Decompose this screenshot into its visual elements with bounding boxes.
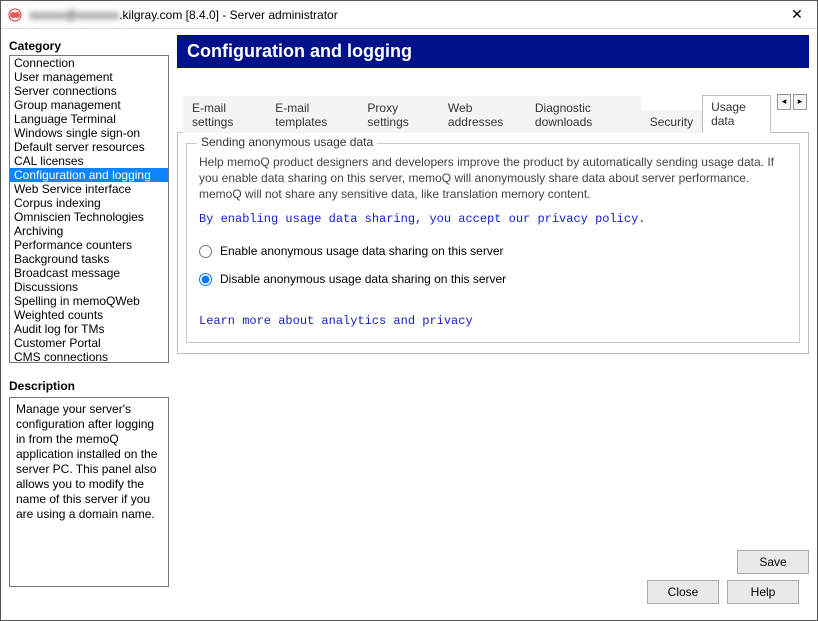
radio-row-enable: Enable anonymous usage data sharing on t… [199, 244, 787, 258]
category-label: Category [9, 39, 169, 53]
radio-disable-sharing[interactable] [199, 273, 212, 286]
groupbox-legend: Sending anonymous usage data [197, 135, 377, 149]
category-item[interactable]: Configuration and logging [10, 168, 168, 182]
category-item[interactable]: Broadcast message [10, 266, 168, 280]
category-item[interactable]: Group management [10, 98, 168, 112]
groupbox-usage-sharing: Sending anonymous usage data Help memoQ … [186, 143, 800, 343]
app-window: xxxxxx@xxxxxxx.kilgray.com [8.4.0] - Ser… [0, 0, 818, 621]
category-item[interactable]: Performance counters [10, 238, 168, 252]
tab-strip: E-mail settingsE-mail templatesProxy set… [177, 94, 809, 133]
tab-item[interactable]: E-mail settings [183, 96, 266, 133]
close-icon[interactable]: ✕ [783, 6, 811, 23]
tab-item[interactable]: E-mail templates [266, 96, 358, 133]
title-bar: xxxxxx@xxxxxxx.kilgray.com [8.4.0] - Ser… [1, 1, 817, 29]
tab-scroll-right[interactable]: ▸ [793, 94, 807, 110]
privacy-acceptance-link[interactable]: By enabling usage data sharing, you acce… [199, 212, 787, 226]
category-item[interactable]: Archiving [10, 224, 168, 238]
page-title: Configuration and logging [177, 35, 809, 68]
tab-item[interactable]: Security [641, 110, 702, 133]
category-item[interactable]: Customer Portal [10, 336, 168, 350]
help-button[interactable]: Help [727, 580, 799, 604]
tab-scroll-left[interactable]: ◂ [777, 94, 791, 110]
radio-enable-sharing[interactable] [199, 245, 212, 258]
category-listbox[interactable]: ConnectionUser managementServer connecti… [9, 55, 169, 363]
category-item[interactable]: Default server resources [10, 140, 168, 154]
radio-enable-label[interactable]: Enable anonymous usage data sharing on t… [220, 244, 504, 258]
radio-row-disable: Disable anonymous usage data sharing on … [199, 272, 787, 286]
close-button[interactable]: Close [647, 580, 719, 604]
category-item[interactable]: Omniscien Technologies [10, 210, 168, 224]
right-column: Configuration and logging E-mail setting… [177, 35, 809, 612]
radio-disable-label[interactable]: Disable anonymous usage data sharing on … [220, 272, 506, 286]
category-item[interactable]: Web Service interface [10, 182, 168, 196]
category-item[interactable]: Audit log for TMs [10, 322, 168, 336]
category-item[interactable]: Spelling in memoQWeb [10, 294, 168, 308]
category-item[interactable]: Corpus indexing [10, 196, 168, 210]
window-title: xxxxxx@xxxxxxx.kilgray.com [8.4.0] - Ser… [29, 8, 783, 22]
tab-scroll-buttons: ◂ ▸ [777, 94, 807, 110]
category-item[interactable]: Windows single sign-on [10, 126, 168, 140]
tab-item[interactable]: Web addresses [439, 96, 526, 133]
category-item[interactable]: CMS connections [10, 350, 168, 363]
bottom-button-bar: Close Help [177, 574, 809, 612]
tab-item[interactable]: Proxy settings [358, 96, 439, 133]
tab-item[interactable]: Usage data [702, 95, 771, 133]
category-item[interactable]: Discussions [10, 280, 168, 294]
category-item[interactable]: Connection [10, 56, 168, 70]
app-icon [7, 7, 23, 23]
description-box: Manage your server's configuration after… [9, 397, 169, 587]
category-item[interactable]: User management [10, 70, 168, 84]
window-body: Category ConnectionUser managementServer… [1, 29, 817, 620]
left-column: Category ConnectionUser managementServer… [9, 35, 169, 612]
description-label: Description [9, 379, 169, 393]
category-item[interactable]: Weighted counts [10, 308, 168, 322]
usage-help-text: Help memoQ product designers and develop… [199, 154, 787, 202]
category-item[interactable]: CAL licenses [10, 154, 168, 168]
category-item[interactable]: Language Terminal [10, 112, 168, 126]
category-item[interactable]: Background tasks [10, 252, 168, 266]
window-title-rest: .kilgray.com [8.4.0] - Server administra… [119, 8, 338, 22]
category-item[interactable]: Server connections [10, 84, 168, 98]
save-button[interactable]: Save [737, 550, 809, 574]
tab-item[interactable]: Diagnostic downloads [526, 96, 641, 133]
save-button-bar: Save [177, 542, 809, 574]
tab-page-usage-data: Sending anonymous usage data Help memoQ … [177, 133, 809, 354]
window-title-user: xxxxxx@xxxxxxx [29, 8, 119, 22]
learn-more-link[interactable]: Learn more about analytics and privacy [199, 314, 787, 328]
